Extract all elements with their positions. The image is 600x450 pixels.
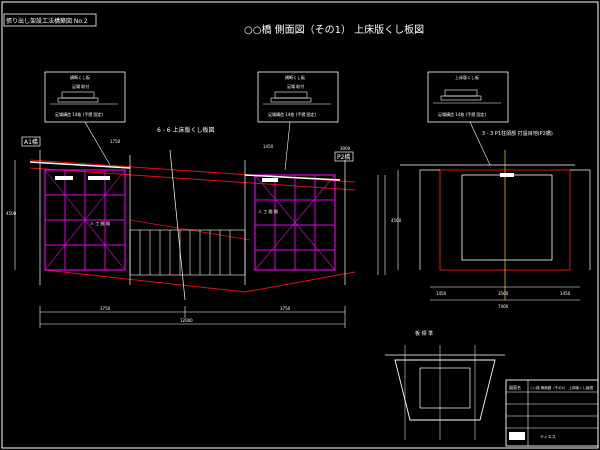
svg-text:3000: 3000: [340, 146, 351, 151]
callout-right: 上床版くし板 足場構造 14枚 (手摺 固定): [427, 71, 509, 166]
svg-text:7400: 7400: [498, 304, 509, 309]
svg-text:1750: 1750: [110, 139, 121, 144]
header-label: 張り出し架設工法構築図 No.2: [6, 17, 88, 25]
title-block: 図面名 ○○橋 側面図（その1） 上床版くし板図 ティエス: [505, 379, 599, 447]
svg-text:上床版くし板: 上床版くし板: [455, 74, 479, 80]
svg-text:3500: 3500: [498, 291, 509, 296]
cross-section-view: 3 - 3 P1柱頭部 打設目地(P2橋) 1450 3500 1450 740…: [391, 130, 591, 309]
cad-drawing: 張り出し架設工法構築図 No.2 ○○橋 側面図（その1） 上床版くし板図 横断…: [1, 1, 599, 449]
drawing-canvas: 張り出し架設工法構築図 No.2 ○○橋 側面図（その1） 上床版くし板図 横断…: [0, 0, 600, 450]
svg-text:足場構造 14枚 (手摺 固定): 足場構造 14枚 (手摺 固定): [438, 111, 486, 117]
svg-text:3750: 3750: [280, 306, 291, 311]
svg-text:4500: 4500: [6, 211, 17, 216]
svg-text:板 標 準: 板 標 準: [415, 330, 433, 337]
svg-text:横断くし板: 横断くし板: [70, 74, 90, 80]
svg-text:ティエス: ティエス: [540, 433, 556, 439]
svg-text:足場 取付: 足場 取付: [287, 83, 304, 89]
p2-label: P2橋: [337, 153, 350, 161]
callout-mid: 横断くし板 足場 取付 足場構造 14枚 (手摺 固定): [257, 71, 339, 171]
svg-text:3750: 3750: [100, 306, 111, 311]
svg-text:足場構造 14枚 (手摺 固定): 足場構造 14枚 (手摺 固定): [268, 111, 316, 117]
callout-left: 横断くし板 足場 取付 足場構造 14枚 (手摺 固定): [44, 71, 126, 166]
a1-label: A1橋: [24, 138, 38, 146]
svg-text:12000: 12000: [180, 318, 193, 323]
svg-text:図面名: 図面名: [509, 384, 521, 390]
svg-text:1450: 1450: [560, 291, 571, 296]
side-view: 6 - 6 上床版くし板図 A1橋 P2橋 4500 人 工 間 隔 人 工 間…: [6, 126, 386, 328]
svg-text:6 - 6 上床版くし板図: 6 - 6 上床版くし板図: [157, 126, 215, 134]
svg-text:人 工 間 隔: 人 工 間 隔: [258, 208, 278, 214]
svg-text:3 - 3 P1柱頭部 打設目地(P2橋): 3 - 3 P1柱頭部 打設目地(P2橋): [482, 130, 553, 137]
svg-text:横断くし板: 横断くし板: [285, 74, 305, 80]
standard-section-view: 板 標 準: [385, 330, 505, 440]
svg-text:足場構造 14枚 (手摺 固定): 足場構造 14枚 (手摺 固定): [55, 111, 103, 117]
drawing-title: ○○橋 側面図（その1） 上床版くし板図: [244, 23, 424, 36]
svg-text:足場 取付: 足場 取付: [72, 83, 89, 89]
svg-text:○○橋 側面図（その1） 上床版くし板図: ○○橋 側面図（その1） 上床版くし板図: [530, 385, 594, 390]
svg-text:人 工 間 隔: 人 工 間 隔: [90, 220, 110, 226]
svg-text:4500: 4500: [391, 218, 402, 223]
svg-text:1450: 1450: [263, 144, 274, 149]
svg-text:1450: 1450: [436, 291, 447, 296]
